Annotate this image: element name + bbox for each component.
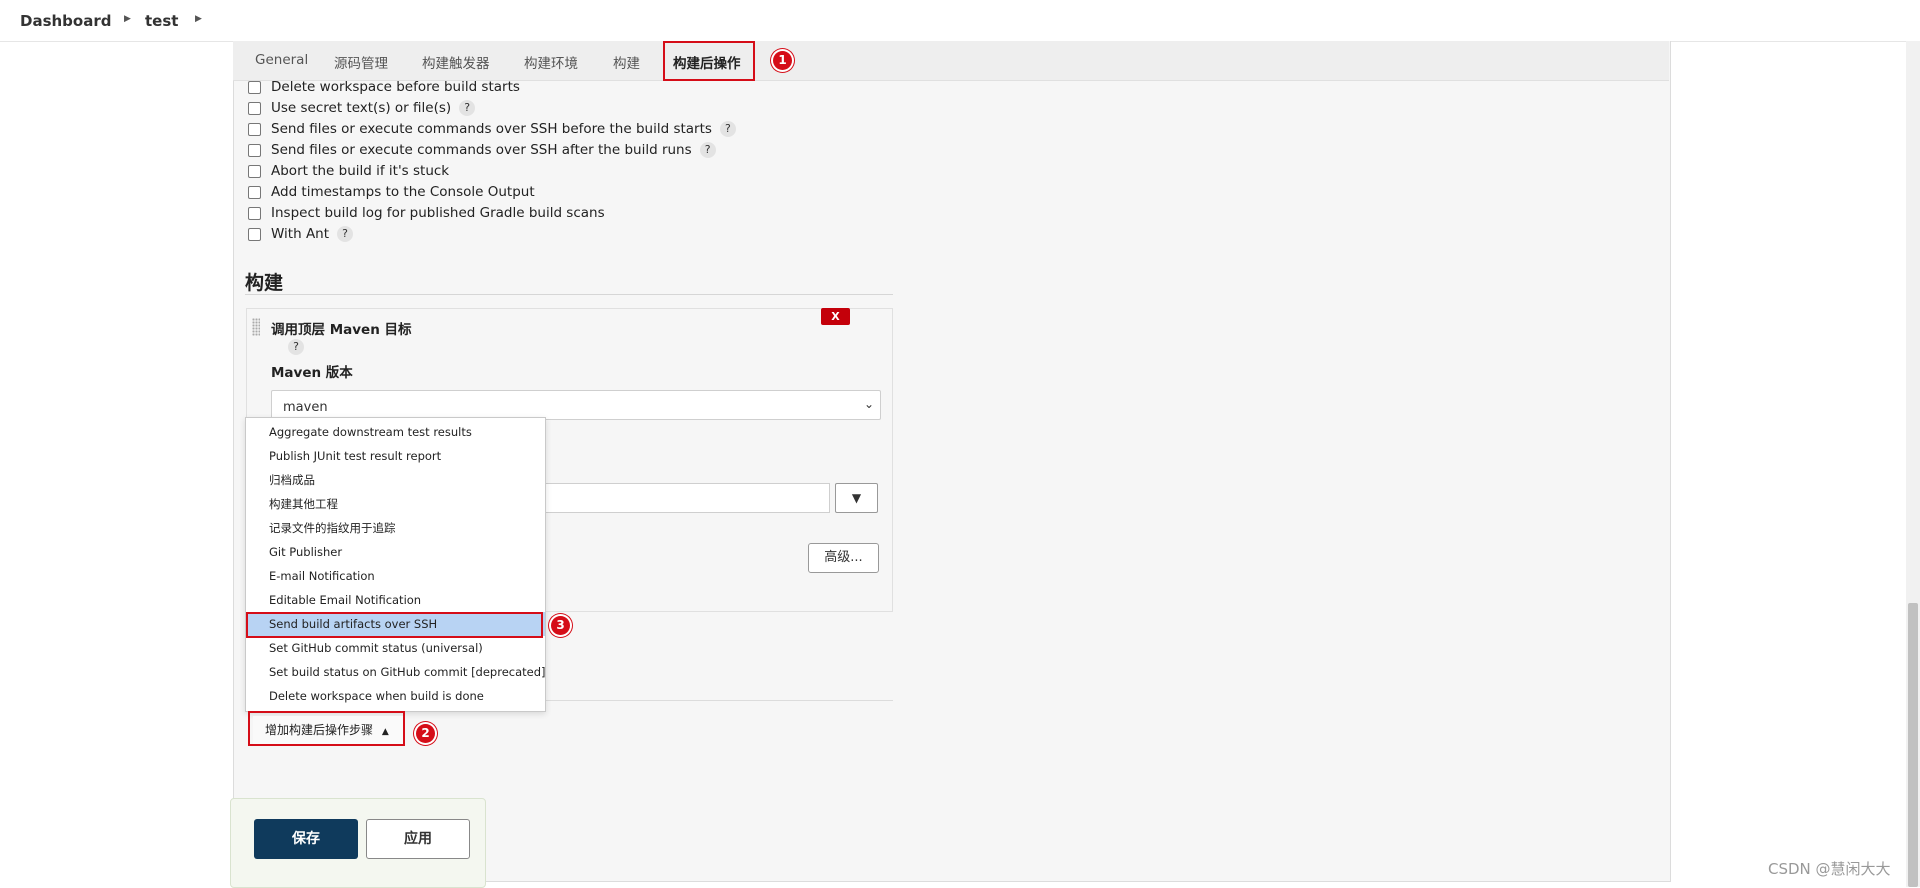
menu-item[interactable]: Aggregate downstream test results <box>246 420 545 444</box>
option-label: Send files or execute commands over SSH … <box>271 142 692 158</box>
menu-item[interactable]: Set build status on GitHub commit [depre… <box>246 660 546 684</box>
build-step-title: 调用顶层 Maven 目标 <box>271 322 412 338</box>
option-label: Use secret text(s) or file(s) <box>271 100 452 116</box>
maven-version-select[interactable]: maven ⌄ <box>271 390 881 420</box>
menu-item[interactable]: Publish JUnit test result report <box>246 444 545 468</box>
tab-general[interactable]: General <box>255 52 308 68</box>
goals-expand-button[interactable]: ▼ <box>835 483 878 513</box>
apply-button[interactable]: 应用 <box>366 819 470 859</box>
config-tabs: General 源码管理 构建触发器 构建环境 构建 构建后操作 <box>233 41 1669 81</box>
build-section-title: 构建 <box>245 272 284 294</box>
menu-item[interactable]: Set GitHub commit status (universal) <box>246 636 545 660</box>
option-label: Send files or execute commands over SSH … <box>271 121 712 137</box>
checkbox[interactable] <box>248 186 261 199</box>
option-label: Add timestamps to the Console Output <box>271 184 535 200</box>
scrollbar-thumb[interactable] <box>1908 603 1918 887</box>
help-icon[interactable]: ? <box>459 100 476 116</box>
top-bar: Dashboard ▶ test ▶ <box>0 0 1920 42</box>
help-icon[interactable]: ? <box>288 339 304 355</box>
menu-item[interactable]: 归档成品 <box>246 468 545 492</box>
option-label: Delete workspace before build starts <box>271 79 520 95</box>
delete-step-button[interactable]: X <box>821 308 850 325</box>
menu-item[interactable]: Git Publisher <box>246 540 545 564</box>
chevron-down-icon: ⌄ <box>863 397 874 411</box>
menu-item[interactable]: Editable Email Notification <box>246 588 545 612</box>
save-button[interactable]: 保存 <box>254 819 358 859</box>
post-build-step-menu: Aggregate downstream test results Publis… <box>245 417 546 712</box>
section-divider <box>245 294 893 295</box>
menu-item[interactable]: 记录文件的指纹用于追踪 <box>246 516 545 540</box>
help-icon[interactable]: ? <box>699 142 716 158</box>
add-step-highlight <box>248 711 405 746</box>
tab-scm[interactable]: 源码管理 <box>334 52 388 72</box>
annotation-badge-1: 1 <box>773 51 792 70</box>
tab-triggers[interactable]: 构建触发器 <box>422 52 490 72</box>
maven-version-value: maven <box>283 400 328 415</box>
menu-item[interactable]: 构建其他工程 <box>246 492 545 516</box>
checkbox[interactable] <box>248 81 261 94</box>
annotation-badge-2: 2 <box>416 724 435 743</box>
maven-version-label: Maven 版本 <box>271 365 353 381</box>
annotation-badge-3: 3 <box>551 616 570 635</box>
breadcrumb-separator-icon[interactable]: ▶ <box>124 14 131 24</box>
menu-item[interactable]: Delete workspace when build is done <box>246 684 545 708</box>
tab-build[interactable]: 构建 <box>613 52 640 72</box>
menu-item[interactable]: E-mail Notification <box>246 564 545 588</box>
breadcrumb-dashboard[interactable]: Dashboard <box>20 12 111 30</box>
checkbox[interactable] <box>248 144 261 157</box>
help-icon[interactable]: ? <box>719 121 736 137</box>
option-label: Abort the build if it's stuck <box>271 163 450 179</box>
checkbox[interactable] <box>248 165 261 178</box>
checkbox[interactable] <box>248 228 261 241</box>
option-label: Inspect build log for published Gradle b… <box>271 205 605 221</box>
breadcrumb-test[interactable]: test <box>145 12 178 30</box>
send-ssh-highlight <box>246 612 543 638</box>
breadcrumb-separator-icon[interactable]: ▶ <box>195 14 202 24</box>
advanced-button[interactable]: 高级... <box>808 543 879 573</box>
help-icon[interactable]: ? <box>337 226 354 242</box>
post-build-tab-highlight <box>663 41 755 81</box>
checkbox[interactable] <box>248 102 261 115</box>
tab-build-env[interactable]: 构建环境 <box>524 52 578 72</box>
option-label: With Ant <box>271 226 330 242</box>
checkbox[interactable] <box>248 207 261 220</box>
checkbox[interactable] <box>248 123 261 136</box>
watermark: CSDN @慧闲大大 <box>1768 860 1891 878</box>
goals-input[interactable] <box>540 483 830 513</box>
drag-handle-icon[interactable] <box>252 318 260 336</box>
